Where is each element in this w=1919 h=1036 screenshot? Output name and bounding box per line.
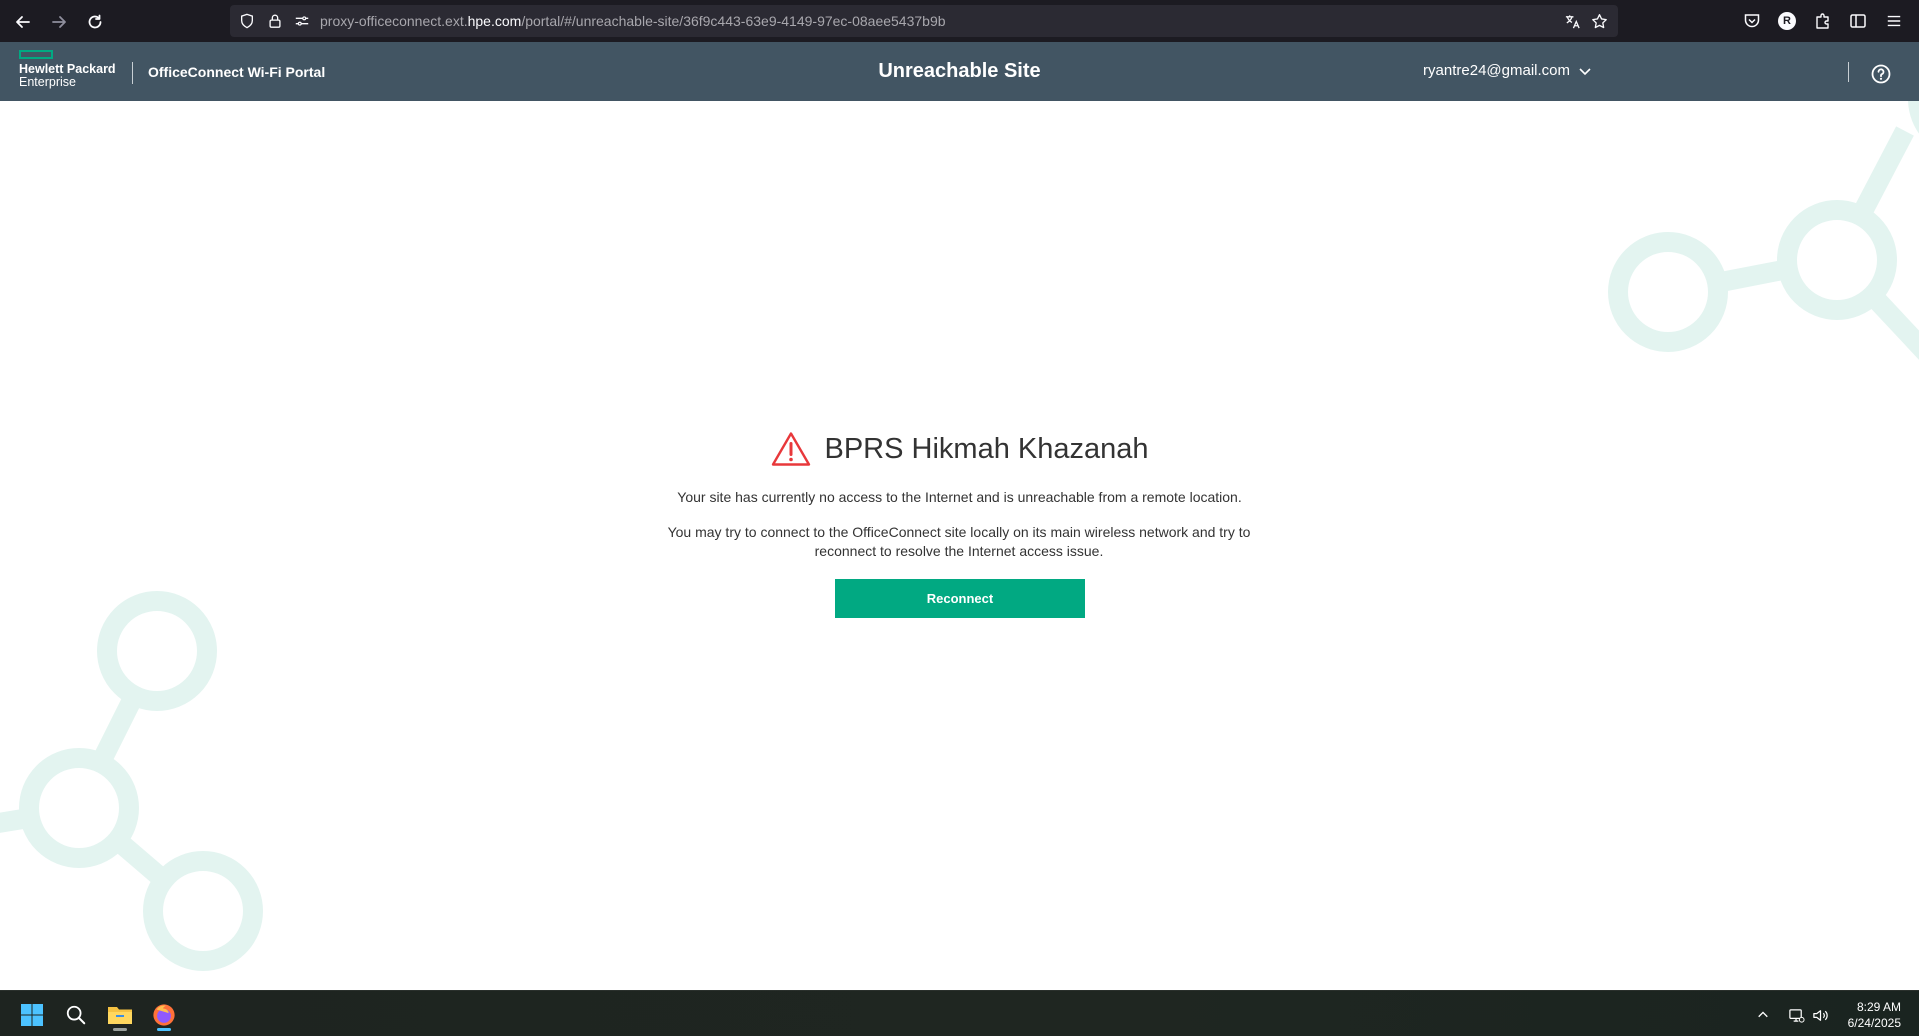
windows-logo-icon <box>21 1004 43 1026</box>
volume-button[interactable] <box>1810 1005 1830 1025</box>
profile-avatar-icon[interactable]: R <box>1777 11 1797 31</box>
portal-name: OfficeConnect Wi-Fi Portal <box>148 64 326 80</box>
reload-button[interactable] <box>82 9 108 35</box>
speaker-icon <box>1812 1009 1828 1021</box>
search-icon <box>66 1005 86 1025</box>
shield-icon[interactable] <box>238 12 256 30</box>
app-header: Hewlett Packard Enterprise OfficeConnect… <box>0 42 1919 101</box>
back-button[interactable] <box>10 9 36 35</box>
start-button[interactable] <box>16 999 48 1031</box>
unreachable-message: Your site has currently no access to the… <box>677 489 1242 505</box>
reconnect-button[interactable]: Reconnect <box>835 579 1085 618</box>
warning-triangle-icon <box>771 432 810 466</box>
site-heading: BPRS Hikmah Khazanah <box>0 431 1919 467</box>
taskbar-search-button[interactable] <box>60 999 92 1031</box>
firefox-taskbar-button[interactable] <box>148 999 180 1031</box>
hpe-logo-element <box>19 50 53 59</box>
url-domain: hpe.com <box>467 13 522 29</box>
network-icon <box>1788 1008 1805 1023</box>
firefox-active-indicator <box>157 1028 171 1031</box>
network-decoration-bottom-left <box>0 591 263 971</box>
url-text[interactable]: proxy-officeconnect.ext.hpe.com/portal/#… <box>320 5 946 37</box>
site-permissions-icon[interactable] <box>293 12 311 30</box>
url-path: /portal/#/unreachable-site/36f9c443-63e9… <box>521 13 946 29</box>
folder-icon <box>108 1007 132 1024</box>
back-arrow-icon <box>16 16 30 28</box>
menu-hamburger-icon[interactable] <box>1884 11 1904 31</box>
clock-time: 8:29 AM <box>1856 1000 1901 1014</box>
user-email: ryantre24@gmail.com <box>1423 62 1570 79</box>
profile-initial: R <box>1778 12 1796 30</box>
network-decoration-top-right <box>1608 101 1919 360</box>
chevron-up-icon <box>1758 1011 1768 1018</box>
sidebar-toggle-icon[interactable] <box>1848 11 1868 31</box>
reconnect-instructions: You may try to connect to the OfficeConn… <box>667 524 1251 559</box>
lock-icon[interactable] <box>266 12 284 30</box>
hpe-logo[interactable]: Hewlett Packard Enterprise <box>19 50 116 89</box>
clock-date: 6/24/2025 <box>1847 1016 1901 1030</box>
header-divider <box>132 62 133 84</box>
user-menu[interactable]: ryantre24@gmail.com <box>1423 62 1592 79</box>
taskbar: 8:29 AM 6/24/2025 <box>0 990 1919 1036</box>
firefox-icon <box>153 1004 175 1026</box>
pocket-icon[interactable] <box>1742 11 1762 31</box>
chevron-down-icon <box>1579 67 1591 75</box>
extensions-puzzle-icon[interactable] <box>1813 11 1833 31</box>
forward-button[interactable] <box>46 9 72 35</box>
url-prefix: proxy-officeconnect.ext. <box>320 13 468 29</box>
main-content: BPRS Hikmah Khazanah Your site has curre… <box>0 101 1919 990</box>
explorer-running-indicator <box>113 1028 127 1031</box>
bookmark-star-icon[interactable] <box>1590 12 1608 30</box>
header-separator <box>1848 62 1849 82</box>
logo-line-2: Enterprise <box>19 75 76 89</box>
help-icon <box>1871 64 1891 84</box>
url-bar[interactable]: proxy-officeconnect.ext.hpe.com/portal/#… <box>230 5 1618 37</box>
forward-arrow-icon <box>52 16 66 28</box>
reload-icon <box>88 14 102 29</box>
browser-toolbar: proxy-officeconnect.ext.hpe.com/portal/#… <box>0 0 1919 42</box>
network-status-button[interactable] <box>1786 1005 1806 1025</box>
site-name: BPRS Hikmah Khazanah <box>824 432 1149 465</box>
tray-overflow-button[interactable] <box>1753 1005 1773 1025</box>
system-clock[interactable]: 8:29 AM 6/24/2025 <box>1848 999 1901 1031</box>
help-button[interactable] <box>1870 63 1892 85</box>
file-explorer-button[interactable] <box>104 999 136 1031</box>
translate-icon[interactable] <box>1563 12 1581 30</box>
